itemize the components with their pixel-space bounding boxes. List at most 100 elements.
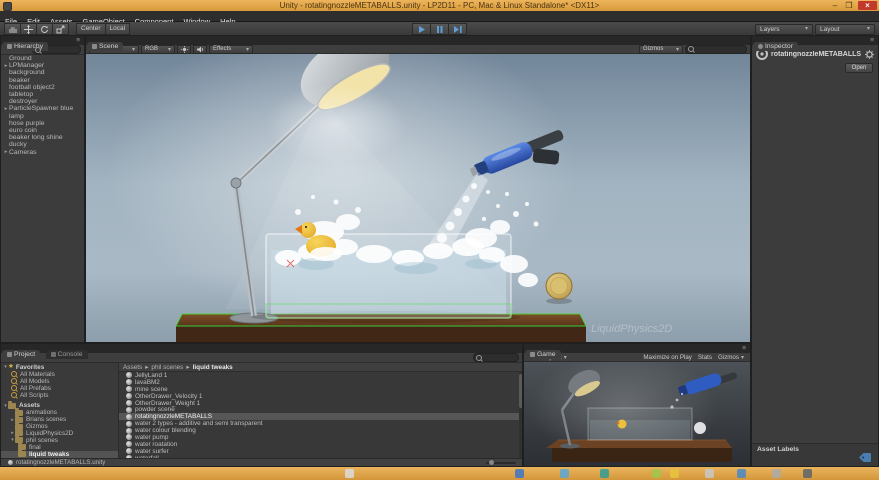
hierarchy-item[interactable]: hose purple [1, 120, 84, 127]
file-row[interactable]: water colour blending [119, 427, 523, 434]
hierarchy-item[interactable]: beaker long shine [1, 134, 84, 141]
tree-item[interactable]: All Materials [1, 371, 118, 378]
play-button[interactable] [412, 23, 430, 35]
scene-search[interactable] [685, 45, 747, 54]
effects-dropdown[interactable]: Effects ▾ [209, 45, 253, 54]
file-row[interactable]: powder scene [119, 406, 523, 413]
hierarchy-item[interactable]: ▸LPManager [1, 62, 84, 69]
taskbar-app-icon[interactable] [600, 469, 609, 478]
panel-menu-icon[interactable]: ≡ [76, 37, 81, 44]
hierarchy-item[interactable]: tabletop [1, 91, 84, 98]
file-row[interactable]: OtherDrawer_Velocity 1 [119, 393, 523, 400]
render-channel-dropdown[interactable]: RGB ▾ [141, 45, 175, 54]
file-row[interactable]: OtherDrawer_Weight 1 [119, 400, 523, 407]
hierarchy-search[interactable] [32, 45, 81, 54]
game-gizmos-dropdown[interactable]: Gizmos ▾ [718, 354, 744, 361]
file-row[interactable]: water 2 types - additive and semi transp… [119, 420, 523, 427]
thumbnail-zoom-slider[interactable] [486, 462, 516, 464]
hierarchy-item[interactable]: Ground [1, 55, 84, 62]
euro-coin[interactable] [546, 273, 572, 304]
title-bar[interactable]: Unity - rotatingnozzleMETABALLS.unity - … [0, 0, 879, 11]
file-row[interactable]: JellyLand 1 [119, 372, 523, 379]
tree-item[interactable]: All Scripts [1, 392, 118, 399]
scene-search-input[interactable] [696, 46, 744, 52]
space-toggle-button[interactable]: Local [106, 23, 131, 35]
scene-file-icon [126, 393, 132, 399]
breadcrumb-item[interactable]: Assets [123, 364, 142, 371]
file-row[interactable]: mine scene [119, 386, 523, 393]
tree-item[interactable]: ▾★Favorites [1, 364, 118, 371]
maximize-button[interactable]: ❒ [843, 1, 855, 10]
game-tab-icon [530, 352, 535, 357]
taskbar-app-icon[interactable] [803, 469, 812, 478]
label-tag-icon[interactable] [859, 453, 871, 462]
scene-lighting-toggle[interactable] [177, 45, 191, 54]
hierarchy-item[interactable]: ▸ParticleSpawner blue [1, 105, 84, 112]
move-icon [24, 25, 33, 34]
file-row[interactable]: water pump [119, 434, 523, 441]
pause-button[interactable] [430, 23, 448, 35]
tab-console[interactable]: Console [46, 350, 88, 359]
file-row[interactable]: lavaBM2 [119, 379, 523, 386]
pause-icon [436, 26, 443, 33]
rotate-tool-button[interactable] [36, 23, 52, 35]
hierarchy-item[interactable]: lamp [1, 113, 84, 120]
maximize-on-play-toggle[interactable]: Maximize on Play [643, 354, 692, 361]
breadcrumb-item[interactable]: liquid tweaks [193, 364, 233, 371]
breadcrumb-item[interactable]: phil scenes [151, 364, 183, 371]
taskbar-app-icon[interactable] [652, 469, 661, 478]
tab-project[interactable]: Project [2, 350, 40, 359]
hierarchy-item[interactable]: destroyer [1, 98, 84, 105]
gear-icon[interactable] [865, 50, 874, 59]
tree-item-selected[interactable]: liquid tweaks [1, 451, 118, 458]
taskbar-app-icon[interactable] [515, 469, 524, 478]
tab-game[interactable]: Game [525, 350, 561, 359]
panel-menu-icon[interactable]: ≡ [742, 345, 747, 352]
taskbar-app-icon[interactable] [345, 469, 354, 478]
panel-menu-icon[interactable]: ≡ [870, 37, 875, 44]
stats-toggle[interactable]: Stats [698, 354, 712, 361]
taskbar-app-icon[interactable] [772, 469, 781, 478]
hierarchy-item[interactable]: ▸Cameras [1, 148, 84, 155]
tab-inspector[interactable]: Inspector [753, 42, 798, 51]
taskbar-app-icon[interactable] [670, 469, 679, 478]
close-button[interactable]: × [858, 1, 877, 10]
taskbar-app-icon[interactable] [560, 469, 569, 478]
hierarchy-item[interactable]: background [1, 69, 84, 76]
scene-viewport[interactable]: LiquidPhysics2D [86, 54, 751, 343]
minimize-button[interactable]: – [829, 1, 841, 10]
move-tool-button[interactable] [20, 23, 36, 35]
scale-tool-button[interactable] [52, 23, 69, 35]
tab-hierarchy[interactable]: Hierarchy [2, 42, 48, 51]
hierarchy-item[interactable]: beaker [1, 77, 84, 84]
taskbar-app-icon[interactable] [737, 469, 746, 478]
project-folder-tree: ▾★Favorites All Materials All Models All… [1, 363, 119, 461]
scene-audio-toggle[interactable] [193, 45, 207, 54]
hierarchy-item[interactable]: ducky [1, 141, 84, 148]
file-row[interactable]: water roatation [119, 441, 523, 448]
hierarchy-item[interactable]: euro coin [1, 127, 84, 134]
step-button[interactable] [448, 23, 467, 35]
hierarchy-item[interactable]: football object2 [1, 84, 84, 91]
hand-tool-button[interactable] [4, 23, 20, 35]
main-toolbar: Center Local Layers ▾ Layout ▾ [0, 22, 879, 36]
layout-dropdown[interactable]: Layout ▾ [815, 24, 875, 35]
open-button[interactable]: Open [845, 63, 873, 73]
slider-knob[interactable] [489, 460, 494, 465]
project-search[interactable] [473, 353, 519, 362]
file-row-selected[interactable]: rotatingnozzleMETABALLS [119, 413, 523, 420]
scene-tab-label: Scene [99, 43, 118, 50]
gizmos-dropdown[interactable]: Gizmos ▾ [639, 45, 683, 54]
project-search-input[interactable] [484, 355, 516, 361]
console-tab-label: Console [58, 351, 83, 358]
taskbar-app-icon[interactable] [705, 469, 714, 478]
tree-item[interactable]: All Models [1, 378, 118, 385]
pivot-toggle-button[interactable]: Center [76, 23, 106, 35]
layers-dropdown[interactable]: Layers ▾ [755, 24, 813, 35]
chevron-down-icon: ▾ [246, 46, 249, 53]
windows-taskbar[interactable] [0, 467, 879, 480]
tab-scene[interactable]: Scene [87, 42, 123, 51]
file-row[interactable]: water surfer [119, 448, 523, 455]
tree-item[interactable]: All Prefabs [1, 385, 118, 392]
game-viewport[interactable] [524, 362, 751, 467]
